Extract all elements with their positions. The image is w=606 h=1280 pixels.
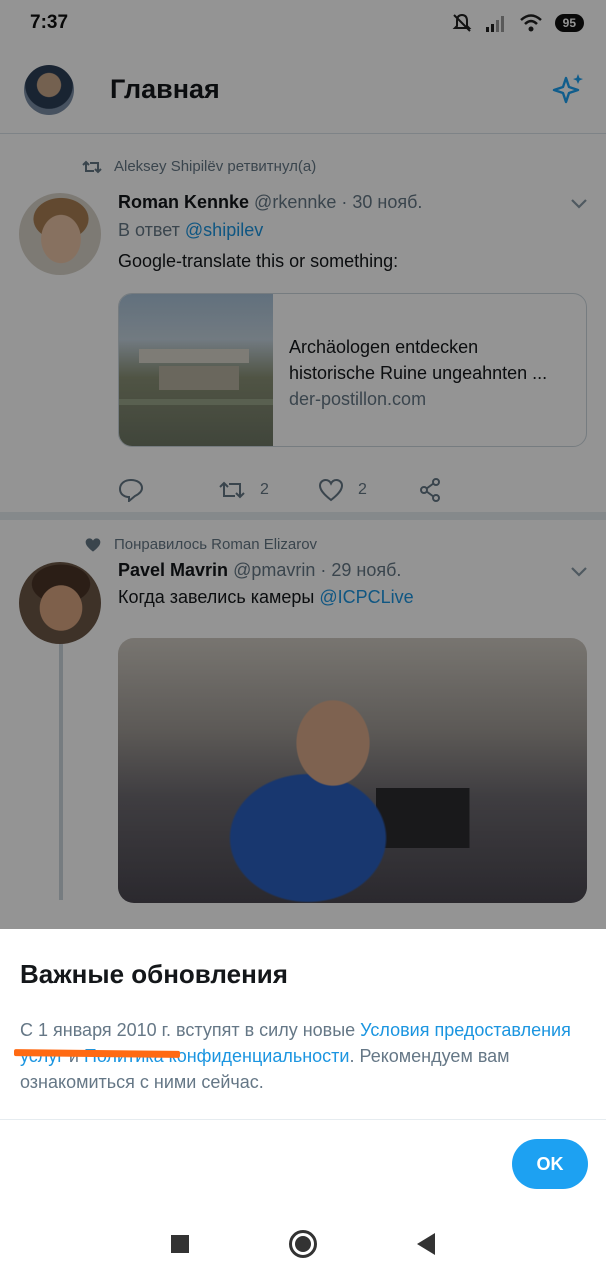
sheet-divider (0, 1119, 606, 1120)
system-nav-bar (0, 1207, 606, 1280)
home-icon[interactable] (289, 1229, 317, 1258)
sheet-text-part1: С 1 января 2010 г. вступят в силу новые (20, 1020, 361, 1040)
back-icon[interactable] (417, 1232, 435, 1255)
recents-icon[interactable] (171, 1234, 189, 1253)
terms-update-sheet: Важные обновления С 1 января 2010 г. вст… (0, 929, 606, 1207)
modal-scrim[interactable] (0, 0, 606, 929)
ok-button[interactable]: OK (512, 1139, 588, 1189)
sheet-title: Важные обновления (20, 959, 288, 989)
